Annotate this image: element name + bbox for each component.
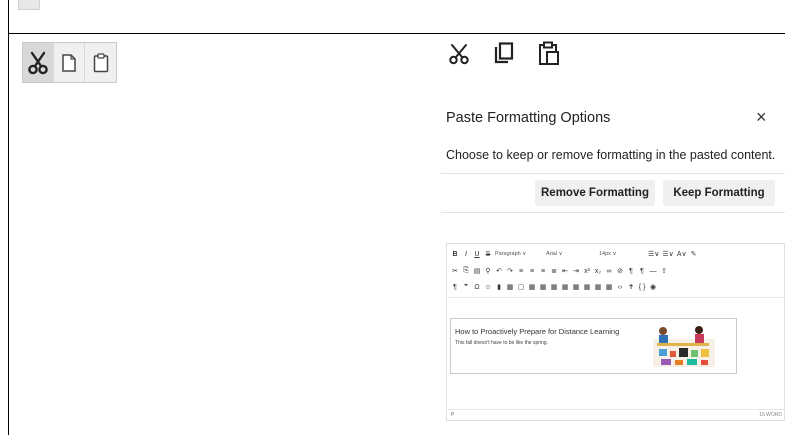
horizontal-rule-icon[interactable]: —	[649, 268, 657, 275]
paragraph-select[interactable]: Paragraph ∨	[495, 251, 543, 257]
cut-icon	[28, 51, 48, 74]
table-col-icon[interactable]: ▦	[550, 283, 558, 291]
card-subtitle: This fall doesn't have to be like the sp…	[455, 340, 548, 346]
status-bar-divider	[448, 409, 784, 410]
old-copy-button[interactable]	[54, 43, 85, 82]
omega-icon[interactable]: Ω	[473, 284, 481, 291]
new-clipboard-toolbar	[446, 40, 562, 68]
table-split-icon[interactable]: ▦	[572, 283, 580, 291]
paste-icon	[93, 52, 108, 72]
outdent-icon[interactable]: ⇤	[561, 267, 569, 275]
new-copy-button[interactable]	[491, 40, 517, 68]
table-props-icon[interactable]: ▢	[517, 283, 525, 291]
indent-icon[interactable]: ⇥	[572, 267, 580, 275]
dialog-divider	[441, 173, 785, 174]
new-cut-button[interactable]	[446, 40, 472, 68]
card-title: How to Proactively Prepare for Distance …	[455, 327, 620, 336]
table-delete-icon[interactable]: ▦	[583, 283, 591, 291]
cut-icon[interactable]: ✂	[451, 267, 459, 275]
table-remove-icon[interactable]: ▦	[605, 283, 613, 291]
upload-icon[interactable]: ⇧	[660, 267, 668, 275]
copy-icon	[62, 53, 76, 72]
editor-toolbar-row-1: B I U S Paragraph ∨ Arial ∨ 14px ∨ ☰∨ ☰∨…	[451, 248, 698, 260]
rtl-icon[interactable]: ¶	[638, 268, 646, 275]
keep-formatting-button[interactable]: Keep Formatting	[663, 180, 775, 206]
cropped-top-element	[18, 0, 40, 10]
pasted-content-card: How to Proactively Prepare for Distance …	[450, 318, 737, 374]
subscript-icon[interactable]: x₂	[594, 268, 602, 275]
table-left-border	[8, 0, 9, 435]
preview-icon[interactable]: ◉	[649, 283, 657, 291]
bookmark-icon[interactable]: ▮	[495, 283, 503, 291]
old-cut-button[interactable]	[23, 43, 54, 82]
table-merge-icon[interactable]: ▦	[561, 283, 569, 291]
word-count: 16 WORD	[759, 412, 782, 418]
undo-icon[interactable]: ↶	[495, 267, 503, 275]
illustration-image	[653, 326, 715, 367]
old-clipboard-toolbar	[22, 42, 117, 83]
cut-icon	[449, 44, 469, 65]
underline-button[interactable]: U	[473, 251, 481, 258]
table-cell-icon[interactable]: ▦	[528, 283, 536, 291]
justify-icon[interactable]: ≣	[550, 267, 558, 275]
bold-button[interactable]: B	[451, 251, 459, 258]
link-icon[interactable]: ∞	[605, 268, 613, 275]
numbered-list-button[interactable]: ☰∨	[662, 250, 673, 258]
remove-formatting-button[interactable]: Remove Formatting	[535, 180, 655, 206]
paste-icon[interactable]: ▤	[473, 267, 481, 275]
editor-toolbar-row-3: ¶ ❞ Ω ☺ ▮ ▦ ▢ ▦ ▦ ▦ ▦ ▦ ▦ ▦ ▦ ‹› ✝ { } ◉	[451, 281, 657, 293]
close-icon[interactable]: ×	[756, 108, 767, 126]
superscript-icon[interactable]: x²	[583, 268, 591, 275]
align-right-icon[interactable]: ≡	[539, 268, 547, 275]
paragraph-mark-icon[interactable]: ¶	[451, 284, 459, 291]
copy-icon[interactable]: ⎘	[462, 267, 470, 275]
ltr-icon[interactable]: ¶	[627, 268, 635, 275]
table-icon[interactable]: ▦	[506, 283, 514, 291]
text-color-button[interactable]: A∨	[677, 250, 687, 258]
quote-icon[interactable]: ❞	[462, 283, 470, 291]
dialog-divider	[441, 212, 785, 213]
font-size-select[interactable]: 14px ∨	[599, 251, 645, 257]
emoji-icon[interactable]: ☺	[484, 284, 492, 291]
old-paste-button[interactable]	[85, 43, 116, 82]
italic-button[interactable]: I	[462, 251, 470, 258]
paste-icon	[539, 41, 559, 65]
table-row-divider	[8, 33, 785, 34]
bullet-list-button[interactable]: ☰∨	[648, 250, 659, 258]
align-left-icon[interactable]: ≡	[517, 268, 525, 275]
unlink-icon[interactable]: ⊘	[616, 267, 624, 275]
accessibility-icon[interactable]: ✝	[627, 283, 635, 291]
find-icon[interactable]: ⚲	[484, 267, 492, 275]
template-icon[interactable]: { }	[638, 284, 646, 291]
editor-toolbar-row-2: ✂ ⎘ ▤ ⚲ ↶ ↷ ≡ ≡ ≡ ≣ ⇤ ⇥ x² x₂ ∞ ⊘ ¶ ¶ — …	[451, 265, 668, 277]
new-paste-button[interactable]	[536, 40, 562, 68]
editor-body-divider	[448, 297, 784, 298]
dialog-description: Choose to keep or remove formatting in t…	[446, 148, 776, 162]
editor-preview: B I U S Paragraph ∨ Arial ∨ 14px ∨ ☰∨ ☰∨…	[446, 243, 785, 421]
highlight-button[interactable]: ✎	[690, 250, 698, 258]
table-row-icon[interactable]: ▦	[539, 283, 547, 291]
copy-icon	[494, 42, 514, 64]
align-center-icon[interactable]: ≡	[528, 268, 536, 275]
element-path: P	[451, 412, 455, 418]
table-insert-icon[interactable]: ▦	[594, 283, 602, 291]
redo-icon[interactable]: ↷	[506, 267, 514, 275]
code-icon[interactable]: ‹›	[616, 284, 624, 291]
dialog-title: Paste Formatting Options	[446, 110, 611, 126]
font-select[interactable]: Arial ∨	[546, 251, 596, 257]
strikethrough-button[interactable]: S	[484, 251, 492, 258]
